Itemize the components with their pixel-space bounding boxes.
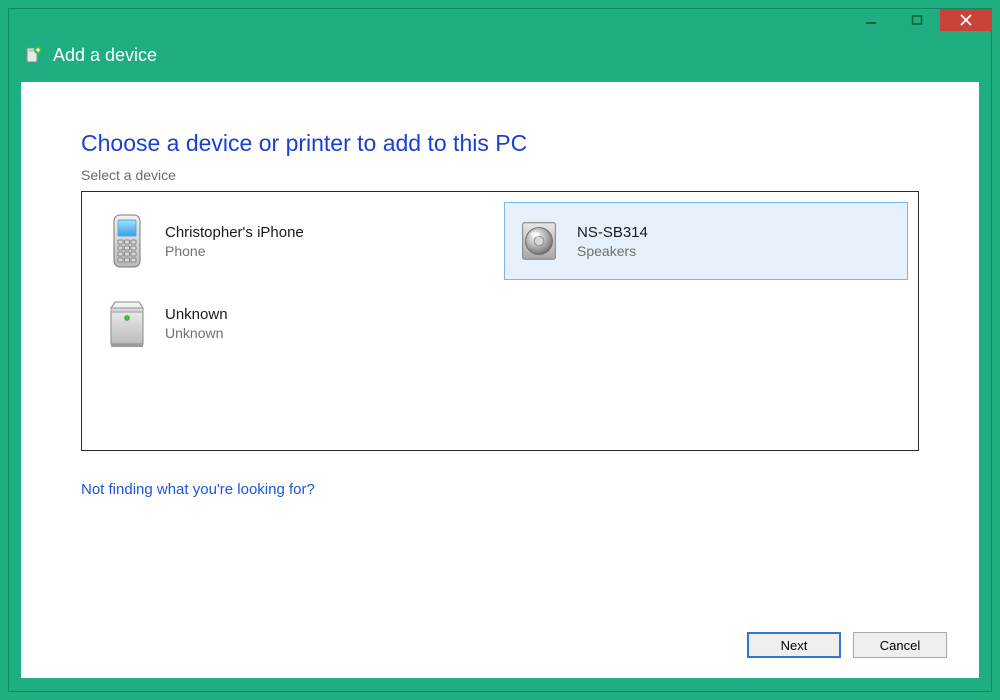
unknown-device-icon xyxy=(103,295,151,351)
help-link[interactable]: Not finding what you're looking for? xyxy=(81,481,315,498)
close-button[interactable] xyxy=(940,9,992,31)
device-name: NS-SB314 xyxy=(577,224,648,241)
minimize-button[interactable] xyxy=(848,9,894,31)
device-list: Christopher's iPhone Phone xyxy=(81,191,919,451)
speaker-icon xyxy=(515,213,563,269)
device-item-speakers[interactable]: NS-SB314 Speakers xyxy=(504,202,908,280)
device-type: Phone xyxy=(165,243,304,259)
dialog-footer: Next Cancel xyxy=(747,632,947,658)
device-labels: Christopher's iPhone Phone xyxy=(165,224,304,259)
device-name: Unknown xyxy=(165,306,228,323)
device-type: Speakers xyxy=(577,243,648,259)
dialog-window: Add a device Choose a device or printer … xyxy=(8,8,992,692)
device-name: Christopher's iPhone xyxy=(165,224,304,241)
dialog-content: Choose a device or printer to add to thi… xyxy=(21,82,979,678)
next-button[interactable]: Next xyxy=(747,632,841,658)
add-device-icon xyxy=(23,46,43,66)
device-type: Unknown xyxy=(165,325,228,341)
page-subheading: Select a device xyxy=(81,167,919,183)
page-heading: Choose a device or printer to add to thi… xyxy=(81,130,919,157)
device-labels: Unknown Unknown xyxy=(165,306,228,341)
maximize-button[interactable] xyxy=(894,9,940,31)
dialog-header: Add a device xyxy=(9,39,991,82)
titlebar xyxy=(9,9,991,39)
phone-icon xyxy=(103,213,151,269)
device-item-unknown[interactable]: Unknown Unknown xyxy=(92,284,496,362)
dialog-title: Add a device xyxy=(53,45,157,66)
device-labels: NS-SB314 Speakers xyxy=(577,224,648,259)
cancel-button[interactable]: Cancel xyxy=(853,632,947,658)
device-item-phone[interactable]: Christopher's iPhone Phone xyxy=(92,202,496,280)
